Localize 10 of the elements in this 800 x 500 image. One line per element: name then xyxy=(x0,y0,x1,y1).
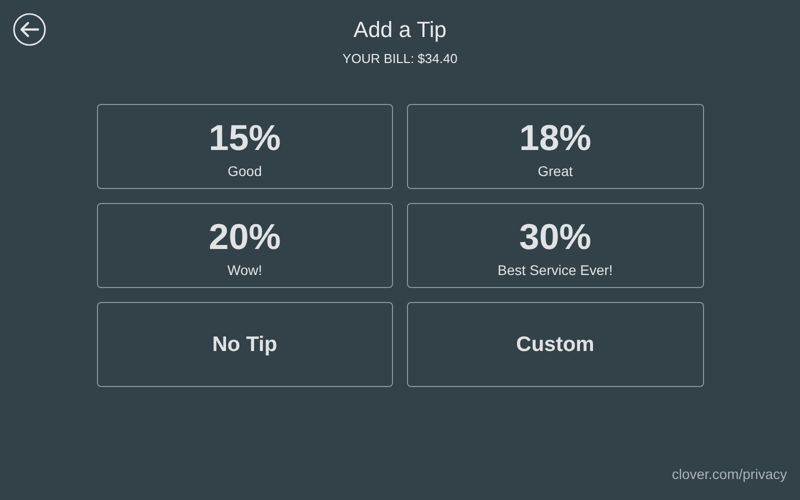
tip-option-button[interactable]: 15% Good xyxy=(96,104,393,189)
tip-option-button[interactable]: Custom xyxy=(407,302,704,387)
tip-option-button[interactable]: No Tip xyxy=(96,302,393,387)
bill-total: YOUR BILL: $34.40 xyxy=(342,51,458,67)
tip-option-button[interactable]: 18% Great xyxy=(407,104,704,189)
back-button[interactable] xyxy=(13,13,46,46)
tip-option-button[interactable]: 30% Best Service Ever! xyxy=(407,203,704,288)
privacy-link[interactable]: clover.com/privacy xyxy=(672,464,787,485)
tip-option-button[interactable]: 20% Wow! xyxy=(96,203,393,288)
page-title: Add a Tip xyxy=(354,16,446,44)
